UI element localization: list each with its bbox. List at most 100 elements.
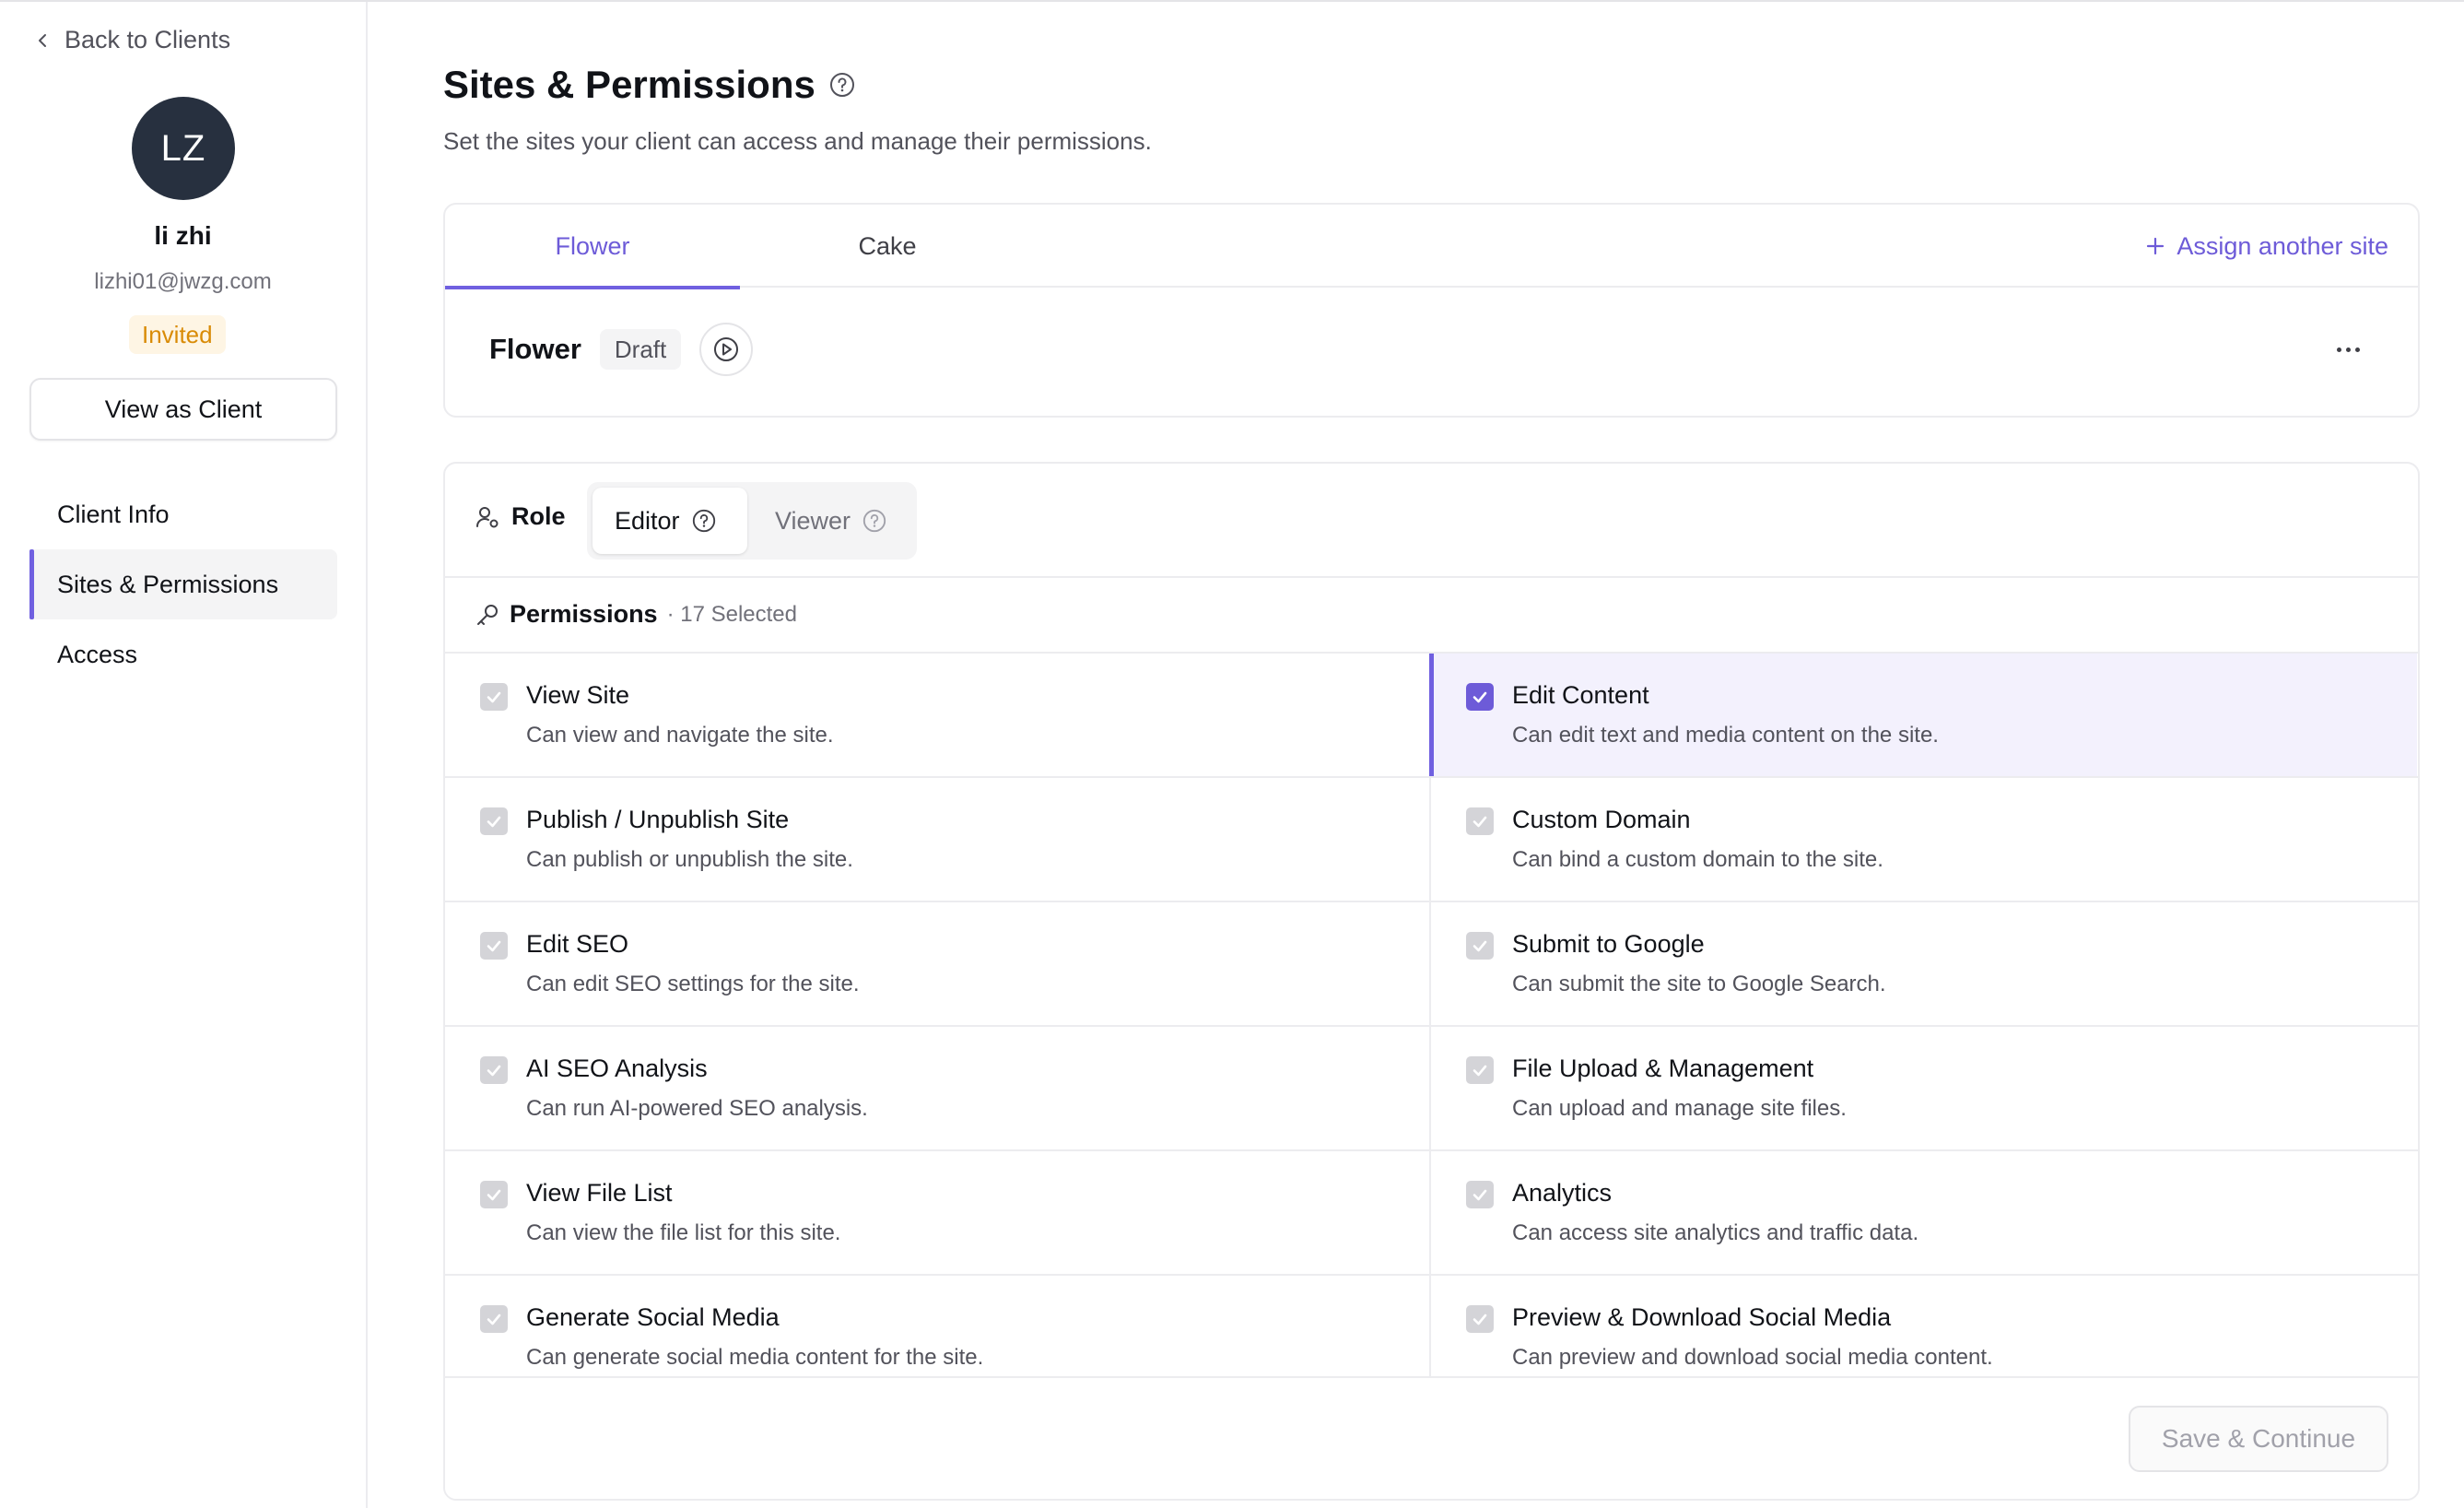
sidebar-item-access[interactable]: Access [29,619,337,689]
site-name: Flower [489,333,581,365]
avatar: LZ [132,97,235,200]
check-icon [485,1185,503,1204]
user-settings-icon [476,506,499,527]
permission-description: Can edit SEO settings for the site. [526,972,860,996]
plus-icon [2147,237,2165,255]
permission-item[interactable]: Publish / Unpublish Site Can publish or u… [445,778,1431,901]
permission-item[interactable]: Edit SEO Can edit SEO settings for the si… [445,902,1431,1025]
sidebar-nav: Client Info Sites & Permissions Access [29,479,337,689]
help-icon[interactable] [691,508,717,534]
permission-item[interactable]: Edit Content Can edit text and media cont… [1429,654,2417,776]
tab-cake[interactable]: Cake [740,205,1035,288]
permission-title: Edit Content [1512,681,1649,709]
site-card: Flower Cake Assign another site Flower D… [443,203,2420,418]
check-icon [1471,812,1489,831]
permission-row: Edit SEO Can edit SEO settings for the si… [445,902,2418,1027]
chevron-left-icon [39,33,46,47]
role-label-text: Role [511,502,566,530]
view-as-client-button[interactable]: View as Client [29,378,337,441]
permission-checkbox[interactable] [480,683,508,711]
permission-checkbox[interactable] [480,1056,508,1084]
page-subtitle: Set the sites your client can access and… [443,127,1152,155]
check-icon [1471,937,1489,955]
back-label: Back to Clients [65,26,231,53]
permission-checkbox[interactable] [1466,807,1494,835]
permission-item[interactable]: View File List Can view the file list for… [445,1151,1431,1274]
permission-checkbox[interactable] [1466,932,1494,960]
permissions-header: Permissions · 17 Selected [475,600,797,629]
check-icon [1471,1185,1489,1204]
permission-item[interactable]: AI SEO Analysis Can run AI-powered SEO an… [445,1027,1431,1149]
permission-description: Can access site analytics and traffic da… [1512,1220,1919,1245]
check-icon [1471,688,1489,706]
site-header: Flower Draft [489,323,754,376]
role-option-label: Viewer [775,506,851,535]
permission-row: View Site Can view and navigate the site.… [445,654,2418,778]
role-row: Role Editor Viewer [445,464,2418,578]
permission-checkbox[interactable] [480,1181,508,1208]
check-icon [1471,1061,1489,1079]
permission-checkbox[interactable] [480,1305,508,1333]
permission-title: Analytics [1512,1179,1613,1207]
card-footer: Save & Continue [445,1376,2418,1499]
assign-another-site-button[interactable]: Assign another site [2145,205,2388,288]
status-badge: Invited [129,315,226,354]
client-email: lizhi01@jwzg.com [94,269,272,294]
permission-row: Publish / Unpublish Site Can publish or u… [445,778,2418,902]
check-icon [485,1310,503,1328]
permissions-card: Role Editor Viewer Permissions · 17 Sele… [443,462,2420,1501]
permission-checkbox[interactable] [480,807,508,835]
sidebar-item-sites-permissions[interactable]: Sites & Permissions [29,549,337,619]
permission-item[interactable]: Analytics Can access site analytics and t… [1431,1151,2417,1274]
role-selector: Editor Viewer [587,482,917,560]
permission-item[interactable]: Custom Domain Can bind a custom domain to… [1431,778,2417,901]
tab-flower[interactable]: Flower [445,205,740,289]
permission-description: Can view the file list for this site. [526,1220,841,1245]
permission-checkbox[interactable] [1466,683,1494,711]
check-icon [485,688,503,706]
permission-description: Can bind a custom domain to the site. [1512,847,1883,872]
permission-description: Can run AI-powered SEO analysis. [526,1096,868,1121]
permission-checkbox[interactable] [1466,1305,1494,1333]
permission-title: View File List [526,1179,673,1207]
permission-title: Preview & Download Social Media [1512,1303,1892,1331]
permission-title: Custom Domain [1512,806,1691,833]
permissions-label: Permissions [510,600,658,628]
permission-item[interactable]: File Upload & Management Can upload and m… [1431,1027,2417,1149]
permission-title: Generate Social Media [526,1303,780,1331]
page-title: Sites & Permissions [443,63,856,107]
check-icon [485,1061,503,1079]
site-status-badge: Draft [599,329,682,370]
back-to-clients-link[interactable]: Back to Clients [33,26,230,54]
permission-checkbox[interactable] [1466,1056,1494,1084]
permission-description: Can view and navigate the site. [526,723,834,748]
permission-row: View File List Can view the file list for… [445,1151,2418,1276]
client-name: li zhi [154,221,212,250]
role-option-label: Editor [615,506,680,535]
check-icon [485,812,503,831]
permission-title: AI SEO Analysis [526,1054,708,1082]
role-option-editor[interactable]: Editor [593,488,747,554]
key-icon [477,604,498,625]
permission-item[interactable]: Submit to Google Can submit the site to G… [1431,902,2417,1025]
check-icon [485,937,503,955]
more-options-icon[interactable] [2329,336,2366,363]
permission-description: Can preview and download social media co… [1512,1345,1993,1370]
assign-label: Assign another site [2177,231,2388,260]
permission-title: Publish / Unpublish Site [526,806,790,833]
preview-button[interactable] [699,323,754,376]
play-circle-icon [714,337,739,361]
help-icon[interactable] [828,71,856,99]
permissions-grid: View Site Can view and navigate the site.… [445,652,2418,1400]
help-icon[interactable] [862,508,887,534]
save-continue-button[interactable]: Save & Continue [2129,1406,2388,1472]
permission-checkbox[interactable] [480,932,508,960]
permissions-count: · 17 Selected [666,601,797,627]
permission-description: Can publish or unpublish the site. [526,847,853,872]
permission-title: File Upload & Management [1512,1054,1814,1082]
sidebar-item-client-info[interactable]: Client Info [29,479,337,549]
permission-item[interactable]: View Site Can view and navigate the site. [445,654,1431,776]
role-option-viewer[interactable]: Viewer [753,488,909,554]
permission-checkbox[interactable] [1466,1181,1494,1208]
permission-title: View Site [526,681,630,709]
